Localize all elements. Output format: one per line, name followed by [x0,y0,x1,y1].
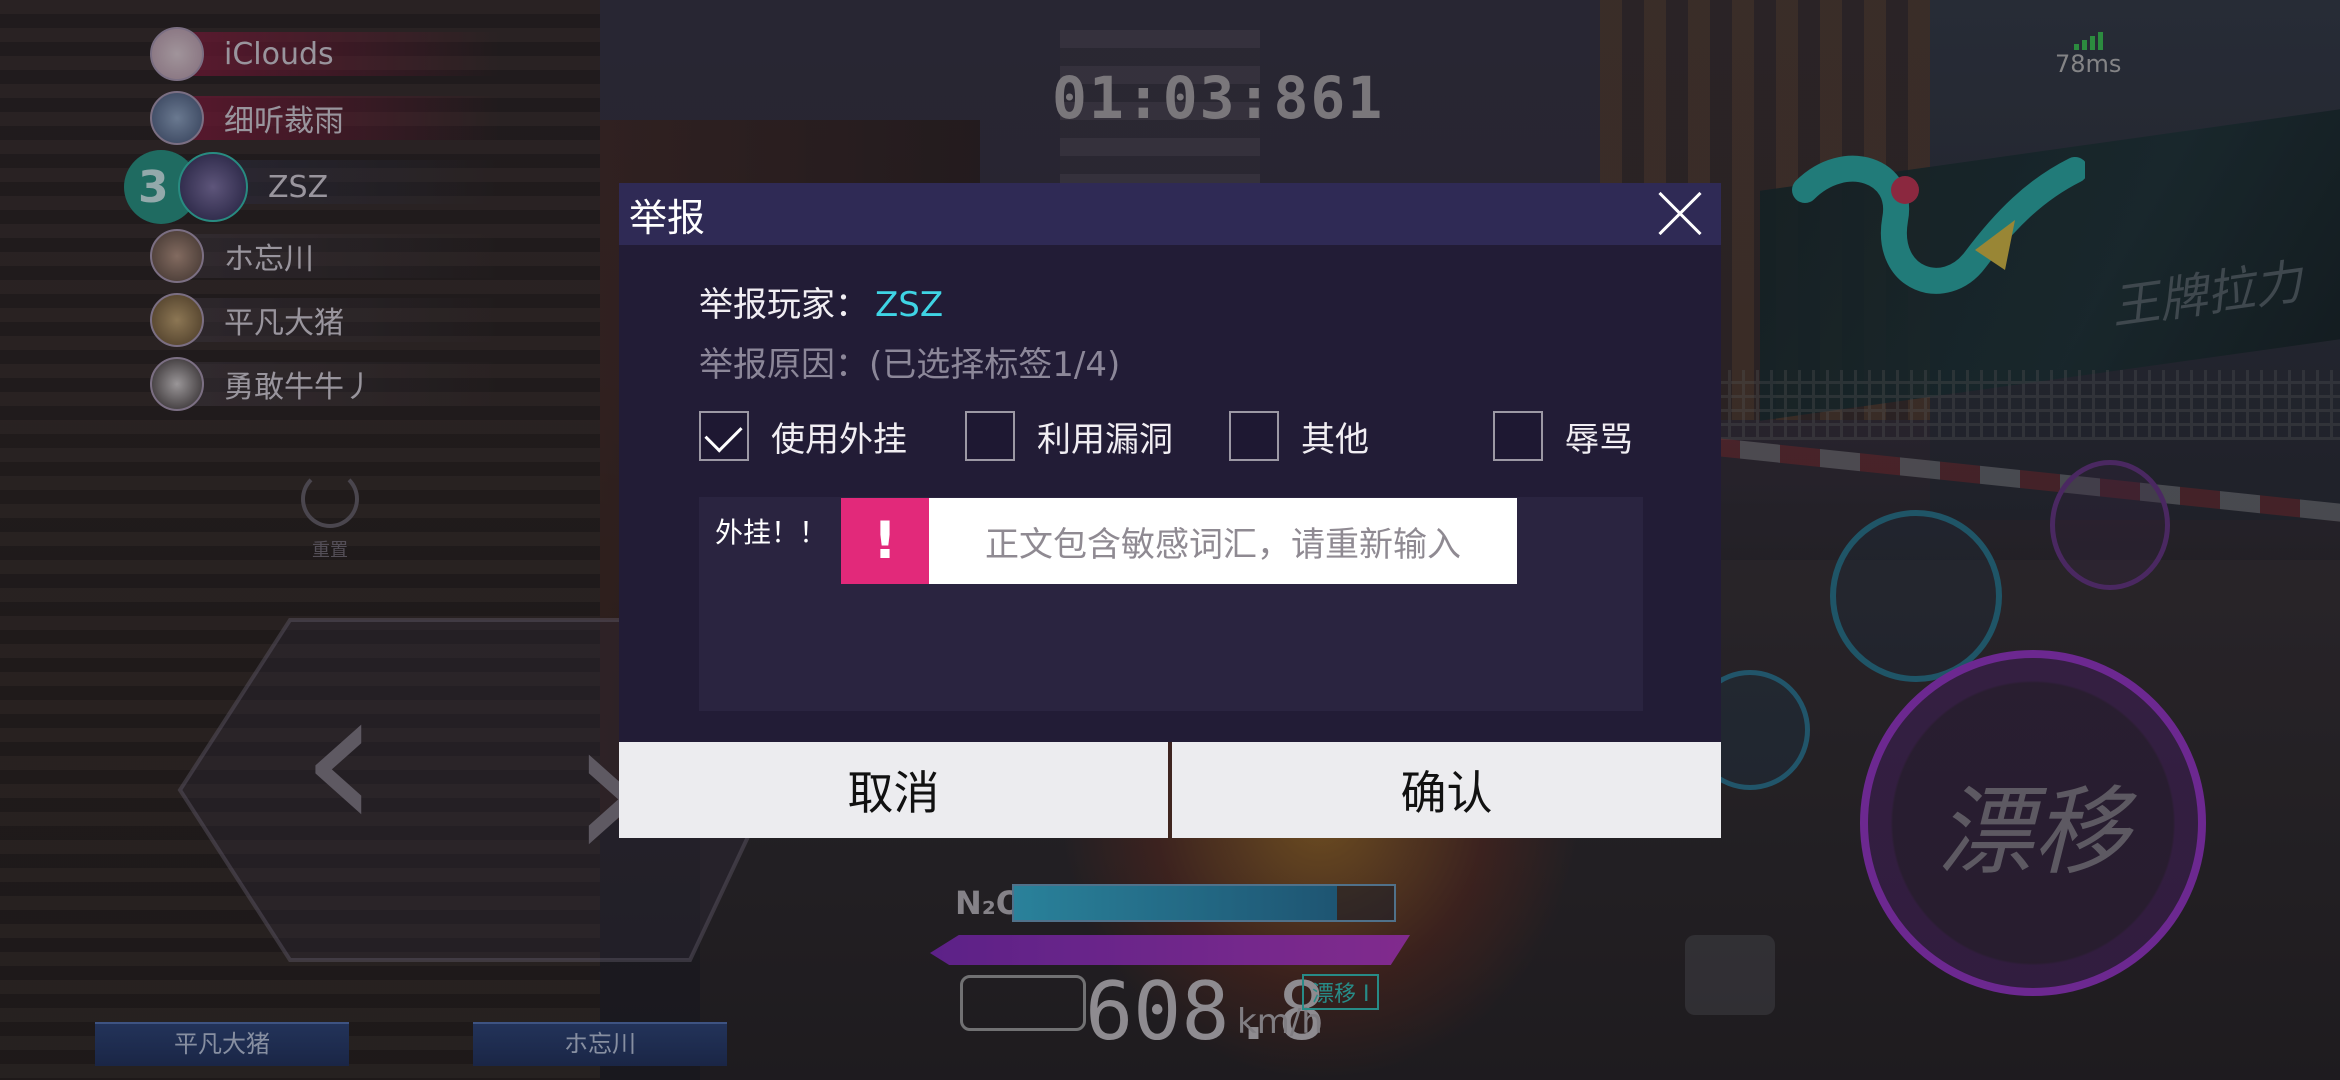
close-icon[interactable] [1655,189,1705,239]
dialog-body: 举报玩家： ZSZ 举报原因：(已选择标签1/4) 使用外挂 利用漏洞 其他 辱骂… [619,245,1721,742]
tag-cheat[interactable]: 使用外挂 [699,411,907,461]
dialog-header: 举报 [619,183,1721,245]
player-name: ZSZ [875,285,944,325]
checkbox[interactable] [965,411,1015,461]
warning-text: 正文包含敏感词汇，请重新输入 [929,498,1517,584]
reason-tags: 使用外挂 利用漏洞 其他 辱骂 [699,411,1659,467]
report-dialog: 举报 举报玩家： ZSZ 举报原因：(已选择标签1/4) 使用外挂 利用漏洞 其他… [619,183,1721,838]
confirm-button[interactable]: 确认 [1172,742,1721,838]
tag-exploit[interactable]: 利用漏洞 [965,411,1173,461]
tag-label: 使用外挂 [771,419,907,460]
cancel-button[interactable]: 取消 [619,742,1168,838]
reason-label: 举报原因：(已选择标签1/4) [699,345,1121,385]
dialog-buttons: 取消 确认 [619,742,1721,838]
checkbox[interactable] [1493,411,1543,461]
tag-label: 辱骂 [1565,419,1633,460]
sensitive-word-toast: ! 正文包含敏感词汇，请重新输入 [841,498,1517,584]
checkbox[interactable] [1229,411,1279,461]
player-label: 举报玩家： [699,285,869,325]
tag-label: 其他 [1301,419,1369,460]
checkbox[interactable] [699,411,749,461]
reported-player: 举报玩家： ZSZ [699,277,943,326]
tag-abuse[interactable]: 辱骂 [1493,411,1633,461]
warning-icon: ! [841,498,929,584]
dialog-title: 举报 [629,195,706,240]
tag-label: 利用漏洞 [1037,419,1173,460]
tag-other[interactable]: 其他 [1229,411,1369,461]
